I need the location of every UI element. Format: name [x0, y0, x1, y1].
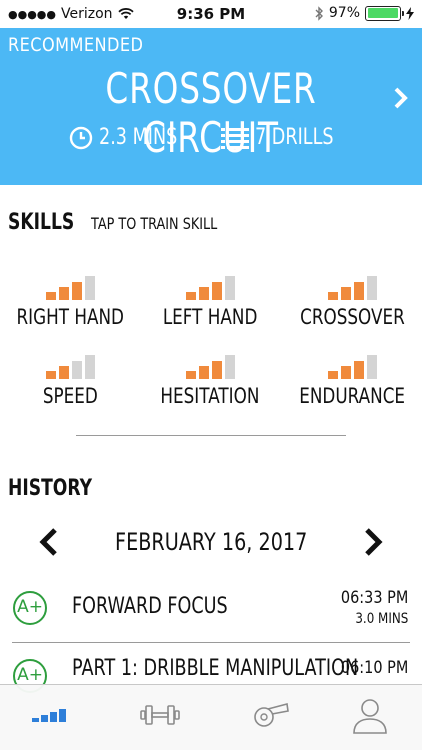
level-bar-filled [185, 292, 196, 300]
level-bar-filled [198, 366, 209, 379]
skill-label: RIGHT HAND [16, 305, 124, 329]
skill-level-bars [282, 355, 422, 379]
skill-label: SPEED [42, 384, 98, 408]
clock-icon [69, 126, 93, 149]
entry-duration: 3.0 MINS [355, 611, 408, 627]
skill-left-hand[interactable]: LEFT HAND [140, 276, 280, 329]
profile-icon [353, 699, 387, 734]
level-bar-empty [366, 355, 377, 379]
skill-label: LEFT HAND [162, 305, 258, 329]
bluetooth-icon [315, 5, 323, 21]
skill-level-bars [0, 355, 140, 379]
entry-divider [12, 642, 410, 643]
level-bar-empty [366, 276, 377, 300]
dumbbell-icon [140, 705, 180, 725]
recommended-workout-card[interactable]: RECOMMENDED CROSSOVER CIRCUIT 2.3 MINS 7… [0, 28, 422, 185]
skill-label: HESITATION [160, 384, 260, 408]
skill-level-bars [0, 276, 140, 300]
level-bar-empty [84, 355, 95, 379]
signal-bars-icon [32, 709, 66, 722]
level-bar-empty [224, 355, 235, 379]
entry-name: FORWARD FOCUS [72, 594, 228, 619]
level-bar-filled [58, 287, 69, 300]
duration-meta: 2.3 MINS [69, 125, 197, 150]
workout-meta: 2.3 MINS 7 DRILLS [0, 125, 422, 150]
chevron-right-icon[interactable] [392, 86, 410, 110]
level-bar-filled [340, 287, 351, 300]
charging-bolt-icon [406, 6, 414, 20]
skill-label: CROSSOVER [299, 305, 405, 329]
skill-speed[interactable]: SPEED [0, 355, 140, 408]
skills-heading: SKILLS [8, 210, 75, 235]
tab-skills[interactable] [22, 693, 82, 737]
level-bar-filled [327, 292, 338, 300]
level-bar-filled [58, 366, 69, 379]
battery-fill [367, 8, 398, 18]
skill-level-bars [282, 276, 422, 300]
entry-name: PART 1: DRIBBLE MANIPULATION [72, 656, 359, 681]
level-bar-empty [71, 361, 82, 379]
workout-duration: 2.3 MINS [98, 125, 178, 150]
tab-profile[interactable] [340, 693, 400, 737]
skill-level-bars [140, 276, 280, 300]
chevron-right-icon[interactable] [362, 526, 386, 558]
skill-crossover[interactable]: CROSSOVER [282, 276, 422, 329]
section-divider [76, 435, 346, 436]
battery-icon [365, 5, 404, 21]
entry-time: 06:33 PM [340, 588, 408, 608]
level-bar-empty [224, 276, 235, 300]
skill-right-hand[interactable]: RIGHT HAND [0, 276, 140, 329]
grade-badge: A+ [13, 591, 47, 625]
level-bar-filled [185, 371, 196, 379]
skill-label: ENDURANCE [299, 384, 405, 408]
level-bar-filled [211, 282, 222, 300]
battery-percent: 97% [328, 5, 360, 21]
workout-drill-count: 7 DRILLS [254, 125, 334, 150]
level-bar-filled [327, 371, 338, 379]
skill-hesitation[interactable]: HESITATION [140, 355, 280, 408]
level-bar-filled [211, 361, 222, 379]
level-bar-filled [45, 292, 56, 300]
history-header: HISTORY [8, 476, 116, 501]
tab-bar [0, 684, 422, 750]
history-date-label: FEBRUARY 16, 2017 [114, 528, 308, 556]
date-navigator: FEBRUARY 16, 2017 [0, 520, 422, 564]
recommended-tag: RECOMMENDED [8, 34, 144, 56]
tab-coach[interactable] [240, 693, 300, 737]
level-bar-filled [353, 282, 364, 300]
entry-time: 06:10 PM [340, 658, 408, 678]
list-icon [220, 127, 249, 149]
level-bar-filled [45, 371, 56, 379]
skill-endurance[interactable]: ENDURANCE [282, 355, 422, 408]
drills-meta: 7 DRILLS [220, 125, 353, 150]
skills-hint: TAP TO TRAIN SKILL [90, 214, 218, 233]
level-bar-filled [71, 282, 82, 300]
battery-group: 97% [315, 5, 414, 21]
level-bar-filled [340, 366, 351, 379]
history-date: FEBRUARY 16, 2017 [0, 528, 422, 556]
skill-level-bars [140, 355, 280, 379]
level-bar-empty [84, 276, 95, 300]
level-bar-filled [353, 361, 364, 379]
status-bar: ●●●●● Verizon 9:36 PM 97% [0, 0, 422, 28]
skills-header: SKILLS TAP TO TRAIN SKILL [8, 210, 249, 235]
history-entry[interactable]: A+ FORWARD FOCUS 06:33 PM 3.0 MINS [0, 580, 422, 640]
level-bar-filled [198, 287, 209, 300]
tab-workouts[interactable] [130, 693, 190, 737]
whistle-icon [254, 702, 289, 727]
history-heading: HISTORY [8, 476, 93, 501]
